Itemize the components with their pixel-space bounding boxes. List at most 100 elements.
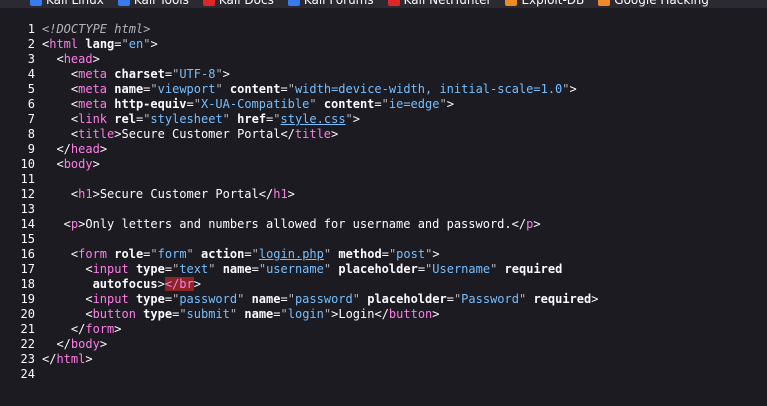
attr-name: type bbox=[135, 292, 165, 306]
line-number: 1 bbox=[27, 22, 35, 36]
attr-value: password bbox=[294, 292, 353, 306]
attr-value: viewport bbox=[157, 82, 216, 96]
attr-name: name bbox=[244, 307, 274, 321]
bookmark-item[interactable]: Kali NetHunter bbox=[387, 0, 492, 8]
line-number: 2 bbox=[27, 37, 35, 51]
attr-value: password bbox=[179, 292, 238, 306]
view-source-pane: 1 <!DOCTYPE html> 2 <html lang="en"> 3 <he… bbox=[0, 8, 767, 406]
tag-name: body bbox=[70, 337, 100, 351]
error-highlight: </br bbox=[164, 277, 194, 291]
attr-value: width=device-width, initial-scale=1.0 bbox=[294, 82, 563, 96]
tag-name: button bbox=[92, 307, 136, 321]
attr-name: method bbox=[338, 247, 382, 261]
line-number: 20 bbox=[20, 307, 35, 321]
tag-name: h1 bbox=[78, 187, 93, 201]
line-number: 6 bbox=[27, 97, 35, 111]
line-number: 8 bbox=[27, 127, 35, 141]
docs-icon bbox=[202, 0, 215, 6]
bookmark-label: Kali NetHunter bbox=[403, 0, 492, 7]
source-line: 6 <meta http-equiv="X-UA-Compatible" con… bbox=[0, 97, 767, 112]
bookmark-item[interactable]: Kali Linux bbox=[30, 0, 104, 8]
tag-name: input bbox=[92, 292, 129, 306]
line-number: 13 bbox=[20, 202, 35, 216]
line-number: 9 bbox=[27, 142, 35, 156]
forums-icon bbox=[287, 0, 300, 6]
line-number: 24 bbox=[20, 367, 35, 381]
source-line: 3 <head> bbox=[0, 52, 767, 67]
tag-name: title bbox=[294, 127, 332, 141]
tag-name: h1 bbox=[273, 187, 288, 201]
line-number: 4 bbox=[27, 67, 35, 81]
source-line: 22 </body> bbox=[0, 337, 767, 352]
attr-value: post bbox=[396, 247, 426, 261]
attr-name: required bbox=[504, 262, 563, 276]
attr-value: ie=edge bbox=[388, 97, 440, 111]
bookmark-item[interactable]: Google Hacking bbox=[598, 0, 709, 8]
bookmark-label: Exploit-DB bbox=[521, 0, 585, 7]
bookmarks-row: Kali Linux Kali Tools Kali Docs Kali Forums… bbox=[30, 0, 709, 8]
attr-name: name bbox=[222, 262, 252, 276]
tag-name: form bbox=[78, 247, 108, 261]
bookmark-item[interactable]: Kali Docs bbox=[202, 0, 274, 8]
attr-name: action bbox=[201, 247, 245, 261]
tag-name: link bbox=[78, 112, 108, 126]
text-node: Only letters and numbers allowed for use… bbox=[85, 217, 512, 231]
bookmark-label: Google Hacking bbox=[614, 0, 709, 7]
source-line: 17 <input type="text" name="username" pl… bbox=[0, 262, 767, 277]
attr-name: type bbox=[143, 307, 173, 321]
stylesheet-link[interactable]: style.css bbox=[281, 112, 346, 126]
bookmarks-toolbar: Kali Linux Kali Tools Kali Docs Kali Forums… bbox=[0, 0, 767, 8]
attr-name: href bbox=[237, 112, 267, 126]
source-line: 13 bbox=[0, 202, 767, 217]
tag-name: meta bbox=[78, 67, 108, 81]
source-line: 5 <meta name="viewport" content="width=d… bbox=[0, 82, 767, 97]
attr-value: login bbox=[287, 307, 324, 321]
attr-value: form bbox=[157, 247, 187, 261]
attr-name: role bbox=[114, 247, 144, 261]
exploit-icon bbox=[505, 0, 518, 6]
source-line: 19 <input type="password" name="password… bbox=[0, 292, 767, 307]
source-line: 9 </head> bbox=[0, 142, 767, 157]
attr-name: http-equiv bbox=[114, 97, 187, 111]
tag-name: title bbox=[78, 127, 115, 141]
tag-name: head bbox=[70, 142, 100, 156]
form-action-link[interactable]: login.php bbox=[259, 247, 324, 261]
line-number: 11 bbox=[20, 172, 35, 186]
source-line: 16 <form role="form" action="login.php" … bbox=[0, 247, 767, 262]
attr-name: placeholder bbox=[367, 292, 447, 306]
tag-name: p bbox=[70, 217, 79, 231]
tag-name: html bbox=[56, 352, 86, 366]
tag-name: input bbox=[92, 262, 129, 276]
source-line: 12 <h1>Secure Customer Portal</h1> bbox=[0, 187, 767, 202]
source-line: 20 <button type="submit" name="login">Lo… bbox=[0, 307, 767, 322]
bookmark-item[interactable]: Exploit-DB bbox=[505, 0, 584, 8]
attr-value: stylesheet bbox=[150, 112, 223, 126]
tag-name: br bbox=[179, 277, 194, 291]
tag-name: body bbox=[63, 157, 93, 171]
line-number: 15 bbox=[20, 232, 35, 246]
source-line: 21 </form> bbox=[0, 322, 767, 337]
attr-value: en bbox=[128, 37, 144, 51]
attr-value: X-UA-Compatible bbox=[200, 97, 310, 111]
attr-value: text bbox=[179, 262, 209, 276]
bookmark-label: Kali Linux bbox=[46, 0, 104, 7]
tag-name: p bbox=[526, 217, 534, 231]
line-number: 3 bbox=[27, 52, 35, 66]
source-line: 24 bbox=[0, 367, 767, 382]
attr-name: name bbox=[251, 292, 281, 306]
line-number: 7 bbox=[27, 112, 35, 126]
kali-icon bbox=[30, 0, 42, 6]
source-line: 18 autofocus></br> bbox=[0, 277, 767, 292]
attr-name: content bbox=[229, 82, 281, 96]
line-number: 23 bbox=[20, 352, 35, 366]
attr-name: type bbox=[135, 262, 165, 276]
source-line: 15 bbox=[0, 232, 767, 247]
source-line: 11 bbox=[0, 172, 767, 187]
line-number: 12 bbox=[20, 187, 35, 201]
attr-name: charset bbox=[114, 67, 165, 81]
attr-name: autofocus bbox=[92, 277, 158, 291]
bookmark-item[interactable]: Kali Tools bbox=[117, 0, 189, 8]
line-number: 22 bbox=[20, 337, 35, 351]
bookmark-item[interactable]: Kali Forums bbox=[287, 0, 374, 8]
attr-name: required bbox=[533, 292, 592, 306]
